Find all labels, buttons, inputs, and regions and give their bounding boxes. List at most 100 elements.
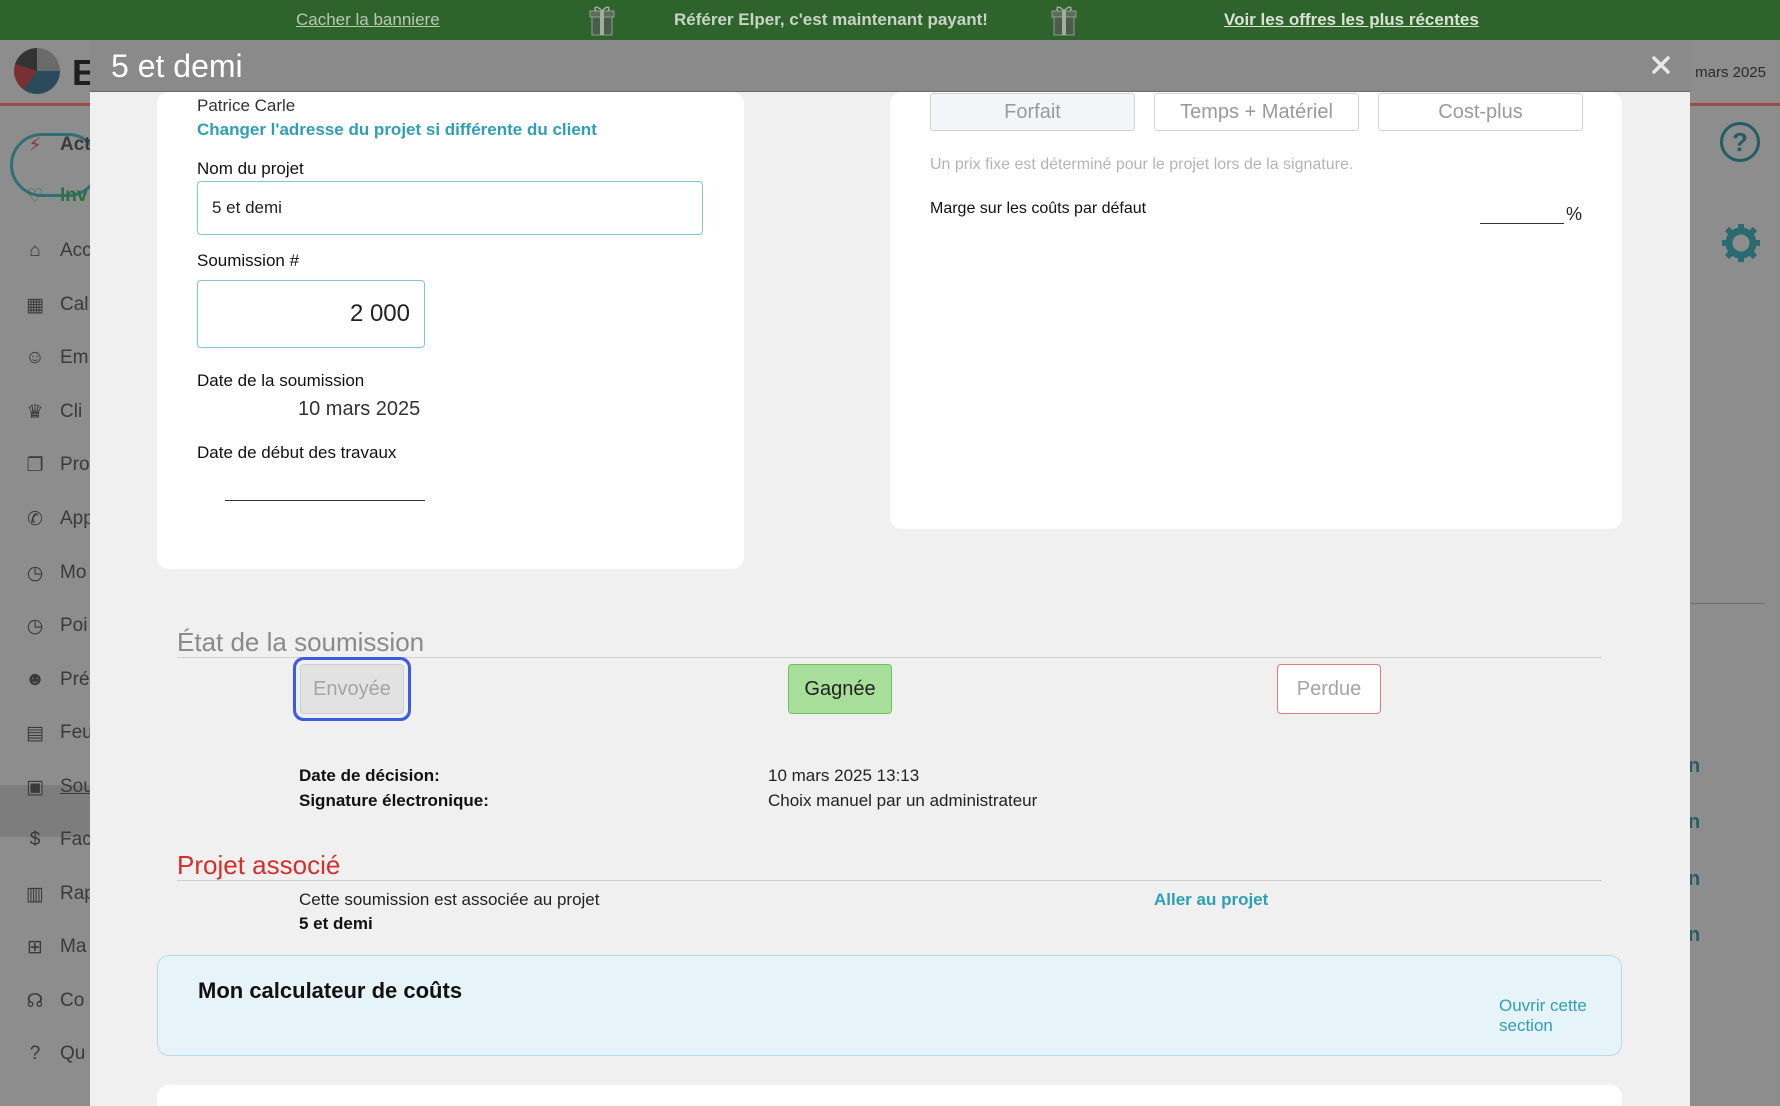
crown-icon: ♛ [26,401,44,423]
clipboard-icon: ▥ [26,883,44,905]
headset-icon: ☊ [26,990,44,1012]
sidebar-item[interactable]: ◷ Poi [22,606,88,646]
sidebar-item-label: Fac [60,829,92,850]
open-section-link[interactable]: Ouvrir cette section [1499,996,1621,1036]
section-divider [177,880,1602,881]
home-icon: ⌂ [29,240,41,261]
quote-date-label: Date de la soumission [197,371,365,390]
close-icon[interactable] [1650,54,1672,76]
status-lost-button[interactable]: Perdue [1277,664,1381,714]
sidebar-item-label: Sou [60,776,94,797]
phone-icon: ✆ [27,508,43,530]
go-to-project-link[interactable]: Aller au projet [1154,890,1268,910]
clock-icon: ◷ [26,615,44,637]
associated-project-text: Cette soumission est associée au projet [299,890,600,909]
promo-banner: Cacher la banniere Référer Elper, c'est … [0,0,1780,40]
sidebar-item[interactable]: ☻ Pré [22,660,90,700]
question-icon: ? [29,1043,41,1064]
recent-offers-link[interactable]: Voir les offres les plus récentes [1224,10,1479,30]
sidebar-item[interactable]: ⌂ Acc [22,231,92,271]
sidebar-item[interactable]: ⚡ Act [22,125,91,165]
calculator-icon: ▣ [26,776,44,798]
timesheet-icon: ▤ [26,722,44,744]
gift-icon [1051,6,1077,36]
decision-date-value: 10 mars 2025 13:13 [768,766,920,785]
background-divider [1690,603,1765,604]
sidebar-item-label: Poi [60,615,88,636]
client-name: Patrice Carle [197,96,296,115]
quote-modal: 5 et demi Patrice Carle Changer l'adress… [90,40,1690,1106]
sidebar-item[interactable]: ▤ Feu [22,713,93,753]
sidebar-item-label: Acc [60,240,92,261]
quote-number-input[interactable] [197,280,425,348]
users-icon: ☺ [25,347,45,368]
invoice-icon: $ [29,829,41,850]
status-sent-button[interactable]: Envoyée [300,664,404,714]
sidebar-item[interactable]: ✆ App [22,499,94,539]
sidebar-item-label: Cli [60,401,83,422]
modal-title: 5 et demi [111,48,243,84]
sidebar-item[interactable]: ▣ Sou [22,767,94,807]
sidebar-item-label: Co [60,990,85,1011]
project-name-input[interactable] [197,181,703,235]
decision-date-label: Date de décision: [299,766,440,785]
associated-project-name: 5 et demi [299,914,373,933]
gear-icon[interactable] [1720,222,1762,264]
project-name-label: Nom du projet [197,159,304,178]
default-margin-label: Marge sur les coûts par défaut [930,200,1147,217]
promo-text: Référer Elper, c'est maintenant payant! [674,10,988,29]
modal-header: 5 et demi [90,40,1690,92]
pricing-description: Un prix fixe est déterminé pour le proje… [930,156,1354,173]
pricing-option-cost-plus[interactable]: Cost-plus [1378,93,1583,131]
sidebar-item[interactable]: ❐ Pro [22,445,90,485]
sidebar-item-label: Cal [60,294,89,315]
sidebar-item-label: Feu [60,722,93,743]
sidebar-item-label: Inv [60,185,88,206]
sidebar-item[interactable]: ? Qu [22,1034,86,1074]
change-address-link[interactable]: Changer l'adresse du projet si différent… [197,120,597,140]
sidebar-item[interactable]: $ Fac [22,820,92,860]
sidebar-item[interactable]: ☺ Em [22,338,89,378]
section-divider [177,657,1602,658]
signature-value: Choix manuel par un administrateur [768,791,1038,810]
sidebar-item-label: Act [60,134,91,155]
pricing-option-time-materials[interactable]: Temps + Matériel [1154,93,1359,131]
quote-date-value[interactable]: 10 mars 2025 [298,398,420,421]
default-margin-input[interactable] [1480,223,1564,224]
copy-icon: ❐ [26,454,44,476]
sidebar-item-label: Pro [60,454,90,475]
sidebar-item[interactable]: ☊ Co [22,981,85,1021]
start-date-input[interactable] [225,500,425,501]
clock-icon: ◷ [26,562,44,584]
lightning-icon: ⚡ [28,134,42,156]
gift-icon [589,6,615,36]
calendar-icon: ▦ [26,294,44,316]
sidebar-item-label: Qu [60,1043,86,1064]
percent-unit: % [1566,204,1583,224]
hide-banner-link[interactable]: Cacher la banniere [296,10,440,30]
next-section-card [157,1085,1622,1106]
app-logo-icon [14,48,60,94]
associated-project-title: Projet associé [177,850,341,880]
map-icon: ⊞ [27,936,43,958]
sidebar-item[interactable]: ▥ Rap [22,874,95,914]
start-date-label: Date de début des travaux [197,443,397,462]
cost-calculator-title: Mon calculateur de coûts [198,978,463,1003]
sidebar-item[interactable]: ◷ Mo [22,553,87,593]
user-icon: ☻ [25,669,45,690]
quote-number-label: Soumission # [197,251,300,270]
sidebar-item[interactable]: ▦ Cal [22,285,89,325]
sidebar-item[interactable]: ⊞ Ma [22,927,86,967]
cost-calculator-section: Mon calculateur de coûts Ouvrir cette se… [157,955,1622,1056]
sidebar-item[interactable]: ♛ Cli [22,392,82,432]
status-won-button[interactable]: Gagnée [788,664,892,714]
pricing-option-fixed[interactable]: Forfait [930,93,1135,131]
sidebar-item-label: Em [60,347,89,368]
heart-handshake-icon: ♡ [26,185,44,207]
signature-label: Signature électronique: [299,791,489,810]
sidebar-item-label: Pré [60,669,90,690]
sidebar-item-label: Mo [60,562,87,583]
help-icon[interactable]: ? [1720,122,1760,162]
sidebar-item[interactable]: ♡ Inv [22,176,87,216]
sidebar-item-label: Ma [60,936,87,957]
